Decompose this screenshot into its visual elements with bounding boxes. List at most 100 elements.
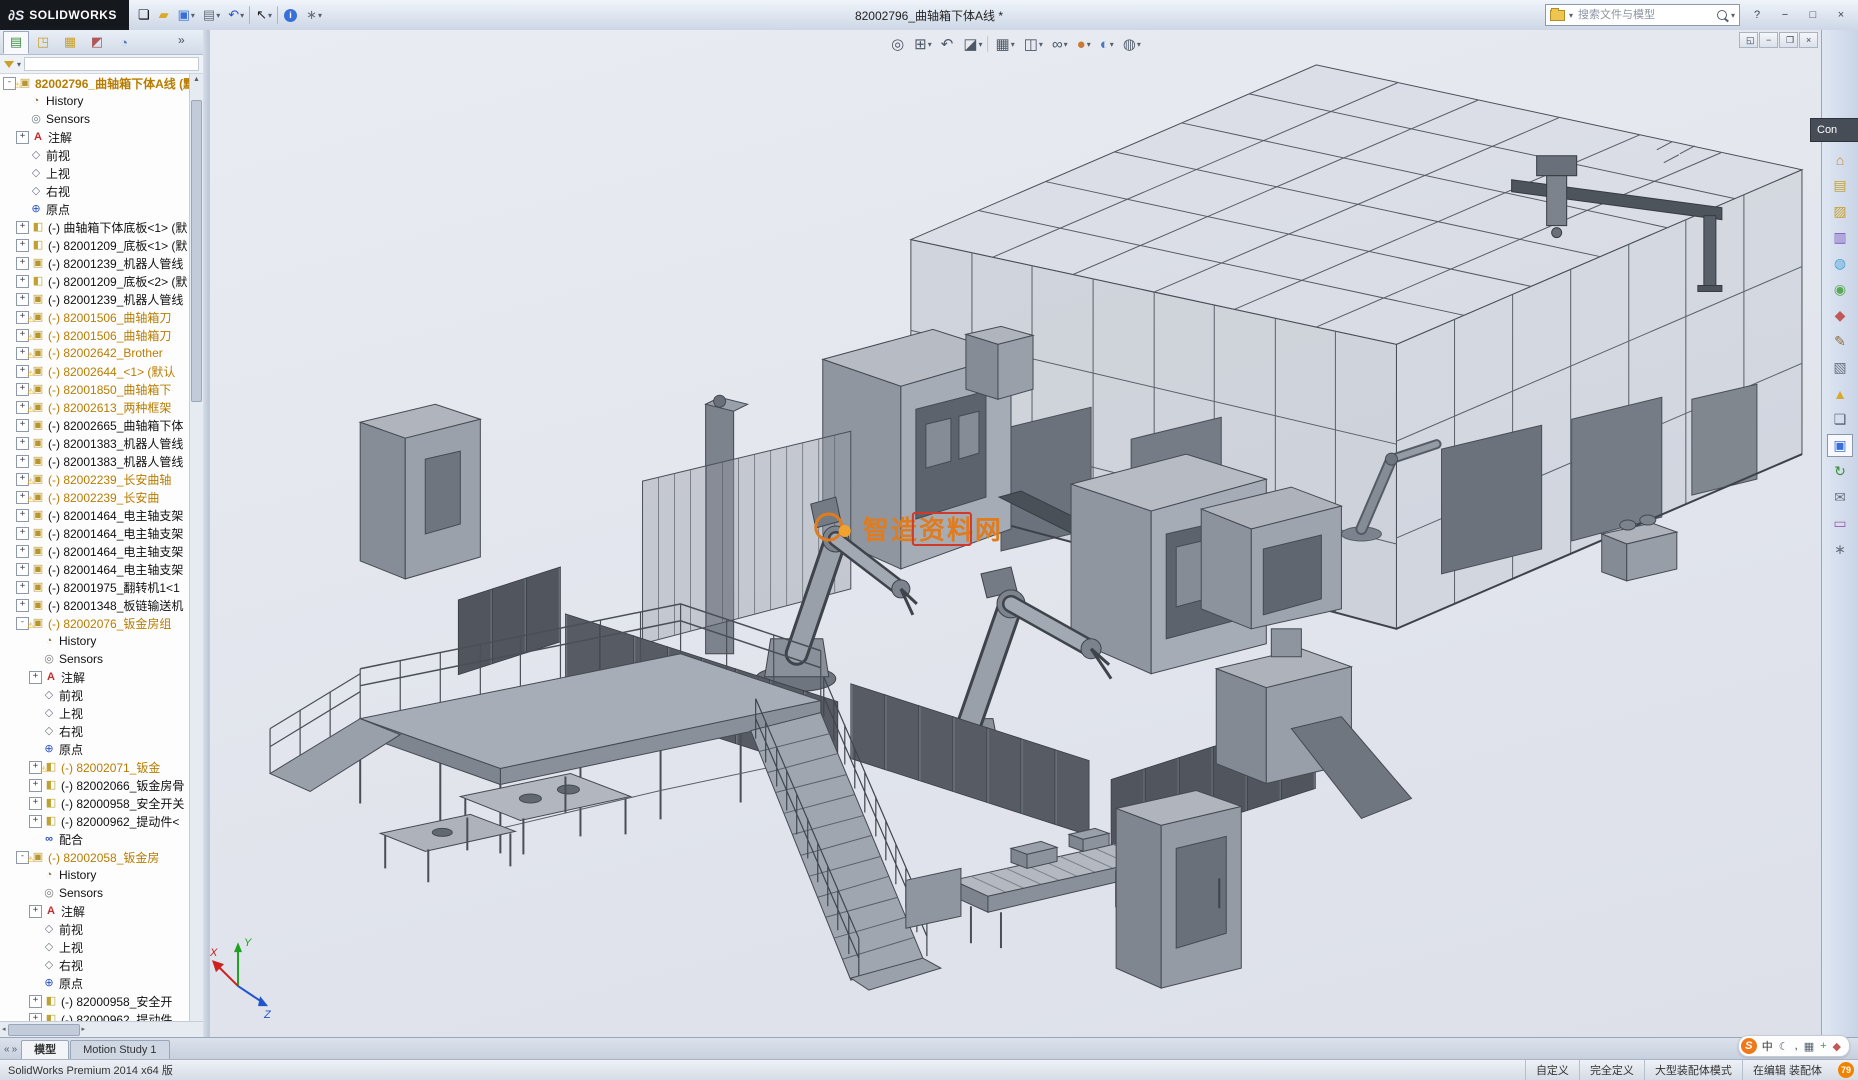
clipboard-icon[interactable]: ▧ [1827, 356, 1853, 379]
tab-scroll-left-icon[interactable]: « [4, 1044, 10, 1055]
tree-expander[interactable]: + [16, 508, 29, 522]
view-orientation-icon[interactable]: ▦ ▾ [992, 32, 1019, 56]
tree-item[interactable]: + (-) 82001209_底板<2> (默 [0, 272, 190, 290]
tree-item[interactable]: + (-) 82001850_曲轴箱下 [0, 380, 190, 398]
open-button[interactable]: ▰ [156, 3, 173, 27]
toolbar-separator[interactable] [249, 6, 251, 24]
search-box[interactable]: ▾ ▾ [1545, 4, 1740, 26]
apply-scene-icon[interactable]: ◐ ▾ [1096, 32, 1118, 56]
panel-overflow-chevron[interactable]: » [178, 33, 191, 47]
file-explorer-icon[interactable]: ▨ [1827, 200, 1853, 223]
tree-item[interactable]: + (-) 82002644_<1> (默认 [0, 362, 190, 380]
previous-view-icon[interactable]: ↶ [937, 32, 959, 56]
tree-expander[interactable]: + [16, 454, 29, 468]
tree-expander[interactable] [29, 978, 40, 989]
scroll-left-icon[interactable]: ◂ [2, 1024, 6, 1036]
tree-item[interactable]: + (-) 82001239_机器人管线 [0, 254, 190, 272]
scrollbar-thumb[interactable] [7, 1024, 80, 1036]
tree-expander[interactable] [16, 204, 27, 215]
tree-expander[interactable]: + [16, 436, 29, 450]
tree-item[interactable]: History [0, 92, 190, 110]
scenes-icon[interactable]: ◉ [1827, 278, 1853, 301]
tree-expander[interactable] [29, 708, 40, 719]
model-tab[interactable]: Motion Study 1 [70, 1040, 170, 1060]
design-library-icon[interactable]: ▤ [1827, 174, 1853, 197]
section-view-icon[interactable]: ◪ ▾ [959, 32, 986, 56]
tree-expander[interactable] [29, 960, 40, 971]
status-item[interactable]: 自定义 [1524, 1060, 1579, 1080]
view-settings-icon[interactable]: ◍ ▾ [1119, 32, 1145, 56]
tree-item[interactable]: 右视 [0, 722, 190, 740]
tree-item[interactable]: - (-) 82002076_钣金房组 [0, 614, 190, 632]
model-tab[interactable]: 模型 [21, 1040, 70, 1060]
select-arrow-button[interactable]: ↖ ▾ [253, 3, 275, 27]
search-input[interactable] [1576, 8, 1714, 22]
tree-expander[interactable] [29, 924, 40, 935]
scrollbar-thumb[interactable] [191, 100, 202, 402]
scroll-up-icon[interactable]: ▲ [193, 74, 200, 86]
display-style-icon[interactable]: ◫ ▾ [1020, 32, 1047, 56]
tree-expander[interactable]: + [16, 274, 29, 288]
tree-item[interactable]: 原点 [0, 974, 190, 992]
tree-item[interactable]: + (-) 82000958_安全开关 [0, 794, 190, 812]
tree-expander[interactable] [29, 690, 40, 701]
view-palette-icon[interactable]: ▥ [1827, 226, 1853, 249]
tree-expander[interactable]: + [29, 814, 42, 828]
pencil-icon[interactable]: ✎ [1827, 330, 1853, 353]
tree-expander[interactable]: + [29, 1012, 42, 1021]
doc-restore-button[interactable]: ◱ [1739, 32, 1758, 48]
tree-expander[interactable]: + [16, 220, 29, 234]
doc-close-button[interactable]: × [1799, 32, 1818, 48]
tree-item[interactable]: + (-) 82001975_翻转机1<1 [0, 578, 190, 596]
task-pane-tab[interactable]: Con [1810, 118, 1858, 142]
tree-item[interactable]: - 82002796_曲轴箱下体A线 (默认 [0, 74, 190, 92]
tree-item[interactable]: + 注解 [0, 128, 190, 146]
search-scope-caret-icon[interactable]: ▾ [1569, 11, 1573, 20]
tree-item[interactable]: + (-) 82000962_提动件< [0, 812, 190, 830]
tab-scroll-right-icon[interactable]: » [12, 1044, 18, 1055]
tree-item[interactable]: History [0, 632, 190, 650]
scroll-right-icon[interactable]: ▸ [82, 1024, 86, 1036]
book-icon[interactable]: ▭ [1827, 512, 1853, 535]
tree-item[interactable]: Sensors [0, 110, 190, 128]
tree-item[interactable]: 配合 [0, 830, 190, 848]
status-item[interactable]: 大型装配体模式 [1643, 1060, 1742, 1080]
search-scope-folder-icon[interactable] [1550, 7, 1565, 21]
tree-item[interactable]: 前视 [0, 920, 190, 938]
tree-expander[interactable] [29, 744, 40, 755]
refresh-icon[interactable]: ↻ [1827, 460, 1853, 483]
zoom-area-icon[interactable]: ⊞ ▾ [910, 32, 936, 56]
tree-item[interactable]: 上视 [0, 164, 190, 182]
ime-skin-icon[interactable]: ◆ [1833, 1040, 1841, 1053]
ime-comma-key[interactable]: , [1795, 1040, 1798, 1052]
tree-expander[interactable]: + [29, 994, 42, 1008]
mail-icon[interactable]: ✉ [1827, 486, 1853, 509]
tree-expander[interactable]: + [16, 292, 29, 306]
tree-item[interactable]: + (-) 82001383_机器人管线 [0, 434, 190, 452]
tree-item[interactable]: Sensors [0, 884, 190, 902]
tree-expander[interactable] [29, 636, 40, 647]
ime-plus-icon[interactable]: + [1820, 1040, 1826, 1052]
appearances-icon[interactable]: ◍ [1827, 252, 1853, 275]
filter-input[interactable] [24, 57, 199, 71]
tree-expander[interactable]: + [29, 796, 42, 810]
tree-item[interactable]: + (-) 82001464_电主轴支架 [0, 560, 190, 578]
options-button[interactable]: ∗ ▾ [303, 3, 325, 27]
tree-expander[interactable]: + [29, 778, 42, 792]
viewport-canvas[interactable]: 智造资料网 Y X Z [210, 30, 1822, 1038]
tree-item[interactable]: + (-) 82001464_电主轴支架 [0, 506, 190, 524]
tree-item[interactable]: + (-) 82002239_长安曲 [0, 488, 190, 506]
tree-item[interactable]: 前视 [0, 686, 190, 704]
tree-expander[interactable]: + [16, 544, 29, 558]
document-icon[interactable]: ❏ [1827, 408, 1853, 431]
tree-expander[interactable]: + [16, 238, 29, 252]
tree-expander[interactable]: + [16, 580, 29, 594]
tree-item[interactable]: 上视 [0, 938, 190, 956]
tree-item[interactable]: 右视 [0, 182, 190, 200]
tree-item[interactable]: + (-) 82002071_钣金 [0, 758, 190, 776]
decals-icon[interactable]: ◆ [1827, 304, 1853, 327]
new-document-button[interactable]: ❏ [135, 3, 154, 27]
tree-item[interactable]: + (-) 82001348_板链输送机 [0, 596, 190, 614]
tree-item[interactable]: History [0, 866, 190, 884]
tree-expander[interactable] [29, 726, 40, 737]
